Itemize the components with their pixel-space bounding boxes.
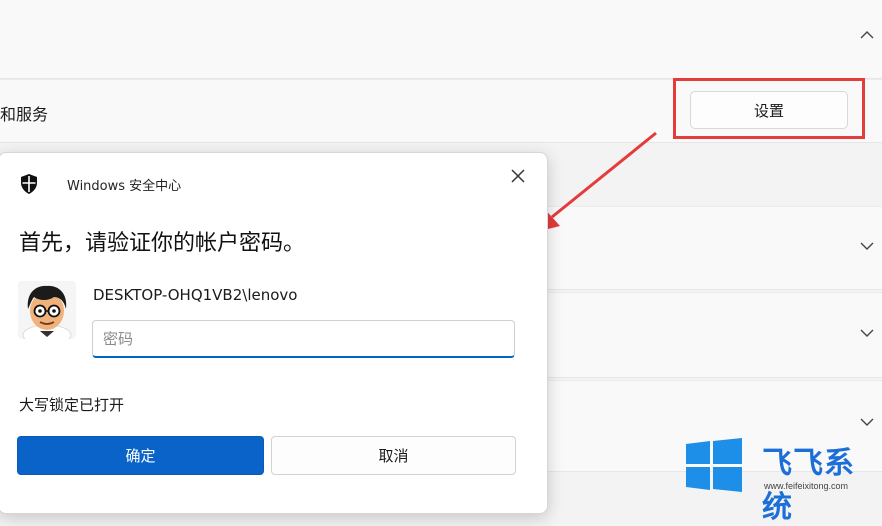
ok-button[interactable]: 确定 [17, 436, 264, 475]
watermark-url: www.feifeixitong.com [764, 481, 849, 491]
capslock-notice: 大写锁定已打开 [19, 396, 125, 414]
windows-security-dialog: Windows 安全中心 首先，请验证你的帐户密码。 DESKTOP-OHQ1V… [0, 152, 548, 514]
cancel-button[interactable]: 取消 [271, 436, 516, 475]
avatar [18, 281, 76, 339]
shield-icon [19, 173, 39, 195]
password-input[interactable] [92, 320, 515, 358]
dialog-app-title: Windows 安全中心 [67, 179, 182, 194]
account-name: DESKTOP-OHQ1VB2\lenovo [93, 286, 298, 304]
site-watermark: 飞飞系统 www.feifeixitong.com [684, 438, 882, 525]
close-icon[interactable] [507, 165, 529, 187]
dialog-heading: 首先，请验证你的帐户密码。 [19, 231, 306, 256]
windows-logo-icon [684, 438, 744, 492]
